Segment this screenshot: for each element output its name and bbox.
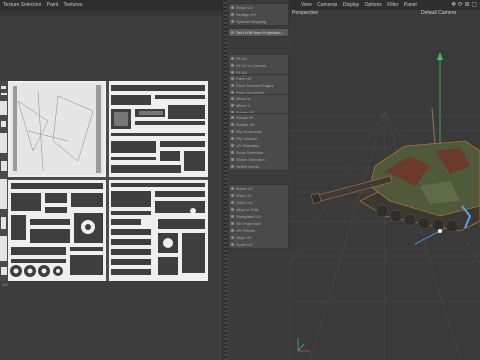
tool-button[interactable]: Flip Vertical [229,135,288,142]
tool-button[interactable]: Set UVW from Projection... [229,29,288,36]
tool-button[interactable]: Stitch UV [229,199,288,206]
tool-button[interactable]: Break UV [229,185,288,192]
menu-filter[interactable]: Filter [387,2,398,8]
3d-viewport[interactable] [290,16,480,360]
tool-button[interactable]: Set Projection [229,220,288,227]
menu-paint[interactable]: Paint [47,2,58,8]
orientation-gizmo [297,338,310,352]
tool-group: Break UV Weld UV Stitch UV Align to Grid Str… [228,184,289,249]
uv-editor-panel[interactable]: ⤢ ⊡ [0,16,222,360]
tool-button[interactable]: Flip Horizontal [229,128,288,135]
menu-display[interactable]: Display [343,2,359,8]
tool-button[interactable]: Pack Shortest Edges [229,82,288,89]
menu-panel[interactable]: Panel [404,2,417,8]
tool-button[interactable]: UV Terrain [229,227,288,234]
menu-options[interactable]: Options [365,2,382,8]
y-axis-arrow [437,52,443,60]
tool-button[interactable]: Rotate 90 [229,114,288,121]
tool-button[interactable]: Align to Grid [229,206,288,213]
tool-button[interactable]: Grow Selection [229,149,288,156]
uv-left-edge-islands [0,81,8,281]
viewport-scene [290,52,480,360]
tool-button[interactable]: Relax UV [229,4,288,11]
menu-view[interactable]: View [301,2,312,8]
menu-textures[interactable]: Textures [63,2,82,8]
tool-button[interactable]: Mirror U [229,95,288,102]
menu-texture-selection[interactable]: Texture Selection [3,2,41,8]
tool-button[interactable]: Straighten UV [229,213,288,220]
uv-island-layout[interactable] [8,81,208,281]
uv-commands-palette: Relax UV Realign UV Optimal Mapping Set UVW… [222,0,291,360]
tool-button[interactable]: Mirror V [229,102,288,109]
tool-button[interactable]: Optimal Mapping [229,18,288,25]
tool-button[interactable]: Shrink Selection [229,156,288,163]
tool-button[interactable]: Weld UV [229,192,288,199]
tool-button[interactable]: Rotate -90 [229,121,288,128]
tool-button[interactable]: Realign UV [229,11,288,18]
tool-button[interactable]: UV Distortion [229,142,288,149]
uv-editor-menubar: Texture Selection Paint Textures [0,0,222,10]
tool-group: Relax UV Realign UV Optimal Mapping [228,3,289,26]
tool-button[interactable]: Pack UV [229,75,288,82]
palette-drag-handle[interactable] [224,0,227,360]
tool-group: Set UVW from Projection... [228,28,289,37]
tool-button[interactable]: Select Island [229,163,288,170]
tool-button[interactable]: Scale UV [229,241,288,248]
tool-button[interactable]: Fit UV to Canvas [229,62,288,69]
tool-button[interactable]: Align UV [229,234,288,241]
viewport-nav-icons[interactable]: ✥ ⟳ ⊞ ▢ [451,1,477,8]
uv-axis-label: 1,0 [2,282,8,287]
menu-cameras[interactable]: Cameras [317,2,337,8]
tank-model [310,107,480,233]
tool-group: Rotate 90 Rotate -90 Flip Horizontal Flip V… [228,113,289,171]
tool-button[interactable]: Fit UV [229,55,288,62]
